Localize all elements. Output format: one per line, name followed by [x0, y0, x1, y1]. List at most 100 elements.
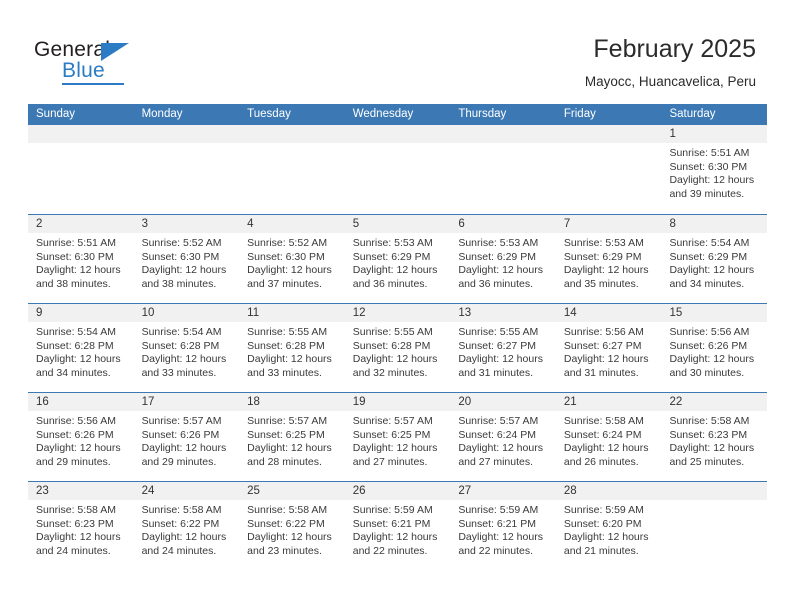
day-number: 6: [450, 215, 556, 233]
daylight-text-line1: Daylight: 12 hours: [141, 531, 227, 544]
day-cell[interactable]: 11 Sunrise: 5:55 AM Sunset: 6:28 PM Dayligh…: [239, 304, 345, 392]
sunset-text: Sunset: 6:21 PM: [352, 517, 431, 530]
daylight-text-line1: Daylight: 12 hours: [36, 442, 121, 455]
day-cell[interactable]: 20 Sunrise: 5:57 AM Sunset: 6:24 PM Dayligh…: [450, 393, 556, 481]
daylight-text-line1: Daylight: 12 hours: [141, 264, 227, 277]
daylight-text-line1: Daylight: 12 hours: [352, 264, 438, 277]
day-details: Sunrise: 5:57 AM Sunset: 6:25 PM Daylight:…: [345, 411, 451, 469]
daylight-text-line2: and 21 minutes.: [563, 544, 639, 557]
day-number: [239, 125, 345, 143]
day-details: [28, 143, 134, 147]
daylight-text-line2: and 29 minutes.: [36, 455, 111, 468]
daylight-text-line1: Daylight: 12 hours: [352, 442, 438, 455]
sunrise-text: Sunrise: 5:57 AM: [247, 415, 328, 427]
day-cell[interactable]: 1 Sunrise: 5:51 AM Sunset: 6:30 PM Daylight…: [661, 125, 768, 214]
sunrise-text: Sunrise: 5:58 AM: [36, 504, 116, 516]
sunset-text: Sunset: 6:29 PM: [669, 250, 748, 263]
daylight-text-line2: and 29 minutes.: [141, 455, 217, 468]
day-number: 5: [344, 215, 451, 233]
day-details: [239, 143, 345, 147]
sunrise-text: Sunrise: 5:57 AM: [141, 415, 222, 427]
day-cell[interactable]: 23 Sunrise: 5:58 AM Sunset: 6:23 PM Dayligh…: [28, 482, 134, 570]
daylight-text-line2: and 27 minutes.: [458, 455, 534, 468]
day-cell[interactable]: 3 Sunrise: 5:52 AM Sunset: 6:30 PM Daylight…: [133, 215, 240, 303]
day-cell[interactable]: 8 Sunrise: 5:54 AM Sunset: 6:29 PM Daylight…: [661, 215, 768, 303]
daylight-text-line2: and 30 minutes.: [669, 366, 745, 379]
day-details: Sunrise: 5:53 AM Sunset: 6:29 PM Daylight:…: [556, 233, 662, 291]
sunset-text: Sunset: 6:26 PM: [141, 428, 220, 441]
day-number: 23: [28, 482, 134, 500]
sunset-text: Sunset: 6:28 PM: [352, 339, 431, 352]
daylight-text-line2: and 33 minutes.: [141, 366, 217, 379]
day-details: Sunrise: 5:58 AM Sunset: 6:22 PM Daylight:…: [134, 500, 240, 558]
page-title: February 2025: [593, 35, 756, 63]
day-cell[interactable]: 9 Sunrise: 5:54 AM Sunset: 6:28 PM Daylight…: [28, 304, 134, 392]
day-details: Sunrise: 5:58 AM Sunset: 6:22 PM Daylight:…: [239, 500, 345, 558]
sunset-text: Sunset: 6:27 PM: [563, 339, 642, 352]
day-details: Sunrise: 5:55 AM Sunset: 6:28 PM Daylight:…: [239, 322, 345, 380]
day-number: 28: [555, 482, 662, 500]
day-details: Sunrise: 5:58 AM Sunset: 6:24 PM Daylight:…: [556, 411, 662, 469]
title-block: February 2025 Mayocc, Huancavelica, Peru: [585, 34, 756, 91]
day-cell[interactable]: 27 Sunrise: 5:59 AM Sunset: 6:21 PM Dayligh…: [450, 482, 556, 570]
day-cell[interactable]: 19 Sunrise: 5:57 AM Sunset: 6:25 PM Dayligh…: [344, 393, 451, 481]
day-details: Sunrise: 5:57 AM Sunset: 6:24 PM Daylight:…: [450, 411, 556, 469]
general-blue-logo[interactable]: General Blue: [34, 38, 174, 86]
calendar-week-row: 16 Sunrise: 5:56 AM Sunset: 6:26 PM Dayligh…: [28, 392, 768, 481]
calendar-week-row: 23 Sunrise: 5:58 AM Sunset: 6:23 PM Dayligh…: [28, 481, 768, 570]
day-cell[interactable]: 12 Sunrise: 5:55 AM Sunset: 6:28 PM Dayligh…: [344, 304, 451, 392]
sunrise-text: Sunrise: 5:53 AM: [458, 237, 539, 249]
day-cell[interactable]: 17 Sunrise: 5:57 AM Sunset: 6:26 PM Dayligh…: [133, 393, 240, 481]
sunrise-text: Sunrise: 5:51 AM: [669, 147, 750, 159]
day-cell[interactable]: 13 Sunrise: 5:55 AM Sunset: 6:27 PM Dayligh…: [450, 304, 556, 392]
day-number: 11: [239, 304, 345, 322]
day-details: Sunrise: 5:59 AM Sunset: 6:21 PM Daylight:…: [450, 500, 556, 558]
day-cell[interactable]: 22 Sunrise: 5:58 AM Sunset: 6:23 PM Dayligh…: [661, 393, 768, 481]
day-cell[interactable]: 15 Sunrise: 5:56 AM Sunset: 6:26 PM Dayligh…: [661, 304, 768, 392]
day-cell[interactable]: 16 Sunrise: 5:56 AM Sunset: 6:26 PM Dayligh…: [28, 393, 134, 481]
day-number: [450, 125, 556, 143]
daylight-text-line1: Daylight: 12 hours: [247, 531, 332, 544]
day-number: 16: [28, 393, 134, 411]
day-cell-empty: [28, 125, 134, 214]
day-number: 17: [133, 393, 240, 411]
daylight-text-line2: and 32 minutes.: [352, 366, 428, 379]
day-cell[interactable]: 26 Sunrise: 5:59 AM Sunset: 6:21 PM Dayligh…: [344, 482, 451, 570]
sunrise-text: Sunrise: 5:56 AM: [669, 326, 750, 338]
day-cell[interactable]: 24 Sunrise: 5:58 AM Sunset: 6:22 PM Dayligh…: [133, 482, 240, 570]
day-cell[interactable]: 4 Sunrise: 5:52 AM Sunset: 6:30 PM Daylight…: [239, 215, 345, 303]
calendar-weeks: 1 Sunrise: 5:51 AM Sunset: 6:30 PM Daylight…: [28, 125, 768, 570]
day-number: [661, 482, 768, 500]
day-cell[interactable]: 6 Sunrise: 5:53 AM Sunset: 6:29 PM Daylight…: [450, 215, 556, 303]
day-details: Sunrise: 5:55 AM Sunset: 6:27 PM Daylight:…: [450, 322, 556, 380]
daylight-text-line2: and 39 minutes.: [669, 187, 745, 200]
day-number: 24: [133, 482, 240, 500]
day-cell[interactable]: 25 Sunrise: 5:58 AM Sunset: 6:22 PM Dayligh…: [239, 482, 345, 570]
day-of-week-header: Sunday Monday Tuesday Wednesday Thursday…: [28, 104, 767, 125]
daylight-text-line1: Daylight: 12 hours: [458, 442, 543, 455]
day-cell[interactable]: 28 Sunrise: 5:59 AM Sunset: 6:20 PM Dayligh…: [555, 482, 662, 570]
day-number: [133, 125, 240, 143]
day-cell-empty: [555, 125, 662, 214]
daylight-text-line1: Daylight: 12 hours: [36, 264, 121, 277]
day-cell-empty: [450, 125, 556, 214]
sunset-text: Sunset: 6:25 PM: [352, 428, 431, 441]
day-details: Sunrise: 5:54 AM Sunset: 6:28 PM Daylight:…: [28, 322, 134, 380]
daylight-text-line1: Daylight: 12 hours: [352, 531, 438, 544]
day-number: 26: [344, 482, 451, 500]
day-cell[interactable]: 14 Sunrise: 5:56 AM Sunset: 6:27 PM Dayligh…: [555, 304, 662, 392]
day-cell[interactable]: 2 Sunrise: 5:51 AM Sunset: 6:30 PM Daylight…: [28, 215, 134, 303]
day-number: 12: [344, 304, 451, 322]
sunset-text: Sunset: 6:22 PM: [247, 517, 325, 530]
day-cell[interactable]: 10 Sunrise: 5:54 AM Sunset: 6:28 PM Dayligh…: [133, 304, 240, 392]
day-number: 10: [133, 304, 240, 322]
day-cell[interactable]: 21 Sunrise: 5:58 AM Sunset: 6:24 PM Dayligh…: [555, 393, 662, 481]
day-number: 3: [133, 215, 240, 233]
day-cell[interactable]: 5 Sunrise: 5:53 AM Sunset: 6:29 PM Daylight…: [344, 215, 451, 303]
sunset-text: Sunset: 6:26 PM: [36, 428, 114, 441]
day-cell[interactable]: 18 Sunrise: 5:57 AM Sunset: 6:25 PM Dayligh…: [239, 393, 345, 481]
sunrise-text: Sunrise: 5:55 AM: [247, 326, 328, 338]
daylight-text-line2: and 26 minutes.: [563, 455, 639, 468]
day-cell[interactable]: 7 Sunrise: 5:53 AM Sunset: 6:29 PM Daylight…: [555, 215, 662, 303]
daylight-text-line1: Daylight: 12 hours: [669, 174, 755, 187]
